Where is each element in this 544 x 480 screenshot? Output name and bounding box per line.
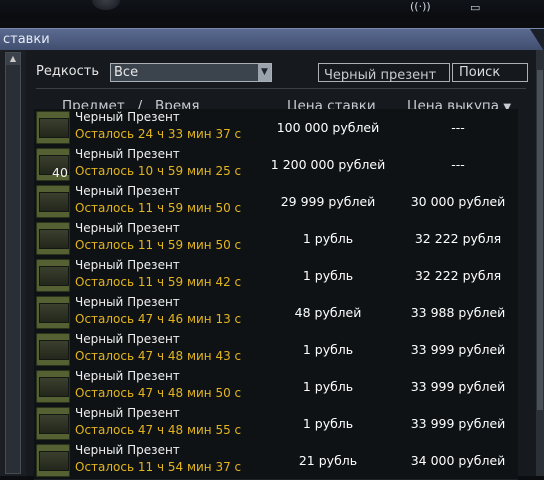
bid-price: 1 200 000 рублей bbox=[270, 157, 386, 172]
table-row[interactable]: Черный Презент Осталось 47 ч 48 мин 55 с 1… bbox=[34, 405, 518, 443]
titlebar-corner bbox=[530, 29, 544, 51]
gift-box-shape bbox=[39, 303, 69, 323]
bid-price: 1 рубль bbox=[302, 231, 354, 246]
gift-box-shape bbox=[39, 266, 69, 286]
bid-price: 100 000 рублей bbox=[276, 120, 380, 135]
gift-box-shape bbox=[39, 377, 69, 397]
item-name: Черный Презент bbox=[75, 332, 180, 346]
table-row[interactable]: Черный Презент Осталось 47 ч 46 мин 13 с 4… bbox=[34, 294, 518, 332]
buyout-price: 33 999 рублей bbox=[410, 379, 506, 394]
black-gift-box-icon bbox=[36, 333, 70, 366]
rarity-select-value: Все bbox=[114, 65, 139, 80]
bid-price: 1 рубль bbox=[302, 268, 354, 283]
wifi-icon: ((·)) bbox=[410, 0, 431, 13]
window-title: ставки bbox=[3, 32, 50, 47]
time-remaining: Осталось 11 ч 54 мин 37 с bbox=[75, 460, 242, 474]
gift-box-shape bbox=[39, 192, 69, 212]
time-remaining: Осталось 11 ч 59 мин 50 с bbox=[75, 238, 242, 252]
time-remaining: Осталось 47 ч 48 мин 50 с bbox=[75, 386, 242, 400]
gift-box-shape bbox=[39, 451, 69, 471]
item-quantity: 40 bbox=[52, 165, 68, 180]
rarity-label: Редкость bbox=[36, 64, 100, 79]
search-input[interactable] bbox=[319, 67, 450, 84]
black-gift-box-icon bbox=[36, 407, 70, 440]
table-row[interactable]: Черный Презент Осталось 47 ч 48 мин 50 с 1… bbox=[34, 368, 518, 406]
black-gift-box-icon bbox=[36, 444, 70, 477]
search-input-box[interactable] bbox=[318, 63, 450, 84]
table-row[interactable]: Черный Презент Осталось 11 ч 59 мин 50 с 1… bbox=[34, 220, 518, 258]
gift-box-shape bbox=[39, 414, 69, 434]
item-name: Черный Презент bbox=[75, 369, 180, 383]
table-row[interactable]: Черный Презент Осталось 11 ч 59 мин 42 с 1… bbox=[34, 257, 518, 295]
black-gift-box-icon bbox=[36, 370, 70, 403]
battery-icon: ▭ bbox=[470, 1, 481, 14]
buyout-price: --- bbox=[451, 157, 465, 172]
time-remaining: Осталось 11 ч 59 мин 42 с bbox=[75, 275, 242, 289]
item-name: Черный Презент bbox=[75, 110, 180, 124]
buyout-price: 34 000 рублей bbox=[410, 453, 506, 468]
buyout-price: 33 999 рублей bbox=[410, 342, 506, 357]
left-scrollbar[interactable]: ▲ bbox=[5, 52, 21, 474]
gift-box-shape bbox=[39, 340, 69, 360]
black-gift-box-icon bbox=[36, 296, 70, 329]
buyout-price: 32 222 рубля bbox=[414, 231, 502, 246]
table-row[interactable]: Черный Презент Осталось 47 ч 48 мин 43 с 1… bbox=[34, 331, 518, 369]
item-name: Черный Презент bbox=[75, 147, 180, 161]
gift-box-shape bbox=[39, 229, 69, 249]
bid-price: 1 рубль bbox=[302, 342, 354, 357]
black-gift-box-icon bbox=[36, 111, 70, 144]
table-row[interactable]: 40 Черный Презент Осталось 10 ч 59 мин 25 … bbox=[34, 146, 518, 184]
black-gift-box-icon bbox=[36, 259, 70, 292]
time-remaining: Осталось 47 ч 46 мин 13 с bbox=[75, 312, 242, 326]
buyout-price: 30 000 рублей bbox=[410, 194, 506, 209]
dropdown-arrow-icon[interactable]: ▼ bbox=[258, 64, 271, 81]
gift-box-shape bbox=[39, 118, 69, 138]
time-remaining: Осталось 11 ч 59 мин 50 с bbox=[75, 201, 242, 215]
time-remaining: Осталось 47 ч 48 мин 55 с bbox=[75, 423, 242, 437]
scroll-up-arrow-icon[interactable]: ▲ bbox=[6, 53, 20, 65]
search-button[interactable]: Поиск bbox=[452, 63, 528, 82]
table-row[interactable]: Черный Презент Осталось 11 ч 59 мин 50 с 2… bbox=[34, 183, 518, 221]
time-remaining: Осталось 24 ч 33 мин 37 с bbox=[75, 127, 242, 141]
top-status-bar: ((·)) ▭ bbox=[0, 0, 544, 18]
buyout-price: 32 222 рубля bbox=[414, 268, 502, 283]
bid-price: 1 рубль bbox=[302, 416, 354, 431]
right-scrollbar-thumb[interactable] bbox=[537, 70, 543, 410]
rarity-select[interactable]: Все ▼ bbox=[110, 63, 272, 82]
right-scrollbar[interactable] bbox=[536, 50, 544, 476]
black-gift-box-icon bbox=[36, 185, 70, 218]
bid-price: 21 рубль bbox=[298, 453, 358, 468]
buyout-price: 33 999 рублей bbox=[410, 416, 506, 431]
black-gift-box-icon bbox=[36, 222, 70, 255]
time-remaining: Осталось 47 ч 48 мин 43 с bbox=[75, 349, 242, 363]
item-name: Черный Презент bbox=[75, 221, 180, 235]
window-titlebar: ставки bbox=[0, 28, 544, 51]
item-name: Черный Презент bbox=[75, 443, 180, 457]
item-name: Черный Презент bbox=[75, 184, 180, 198]
item-name: Черный Презент bbox=[75, 258, 180, 272]
filter-divider bbox=[36, 88, 526, 89]
item-name: Черный Презент bbox=[75, 295, 180, 309]
table-row[interactable]: Черный Презент Осталось 11 ч 54 мин 37 с 2… bbox=[34, 442, 518, 480]
bid-price: 29 999 рублей bbox=[280, 194, 376, 209]
window-orb-icon bbox=[92, 0, 120, 10]
bid-price: 1 рубль bbox=[302, 379, 354, 394]
table-row[interactable]: Черный Презент Осталось 24 ч 33 мин 37 с 1… bbox=[34, 109, 518, 147]
time-remaining: Осталось 10 ч 59 мин 25 с bbox=[75, 164, 242, 178]
buyout-price: --- bbox=[451, 120, 465, 135]
bid-price: 48 рублей bbox=[294, 305, 362, 320]
buyout-price: 33 988 рублей bbox=[410, 305, 506, 320]
item-name: Черный Презент bbox=[75, 406, 180, 420]
